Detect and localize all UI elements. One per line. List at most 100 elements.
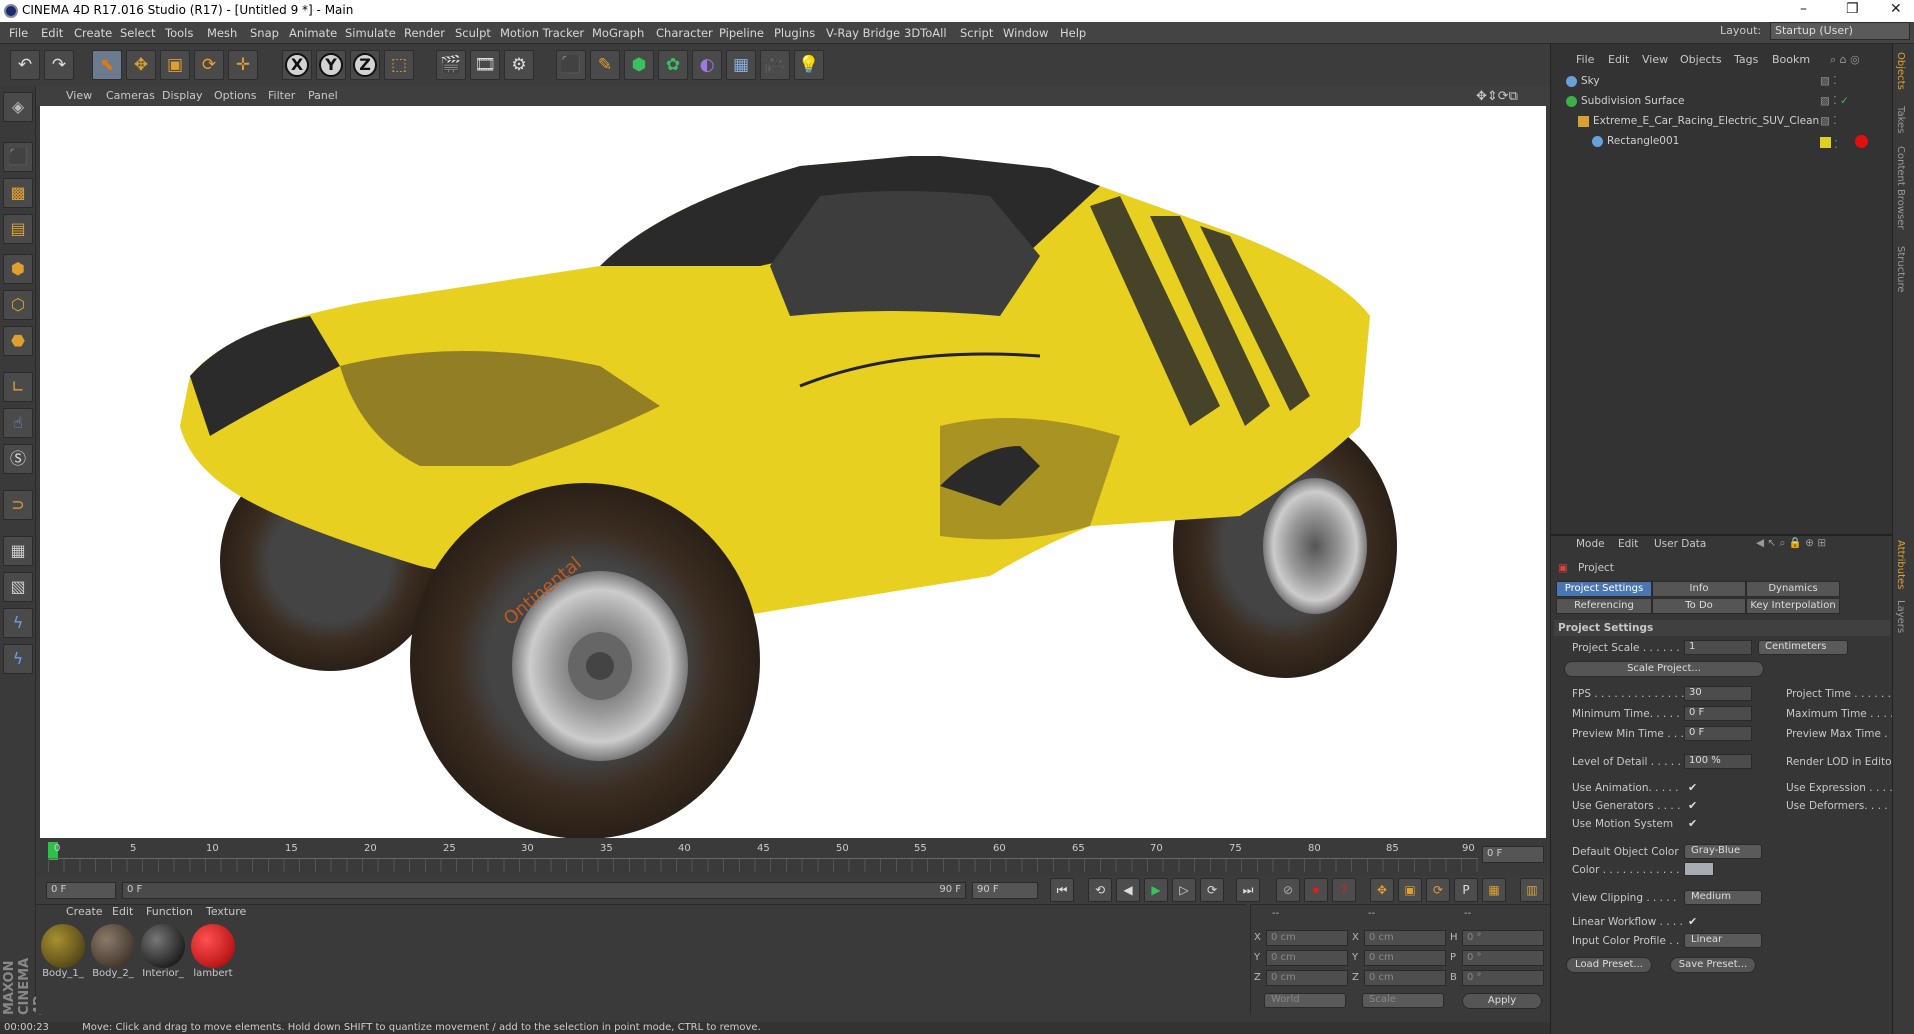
menu-create[interactable]: Create: [74, 26, 112, 40]
object-menu-tags[interactable]: Tags: [1734, 53, 1758, 66]
side-tab-objects[interactable]: Objects: [1895, 52, 1906, 90]
tab-key-interpolation[interactable]: Key Interpolation: [1746, 598, 1840, 614]
y-axis-button[interactable]: Y: [316, 50, 346, 80]
object-visibility-icon[interactable]: ▨ ⁚: [1820, 75, 1837, 87]
object-visibility-icon[interactable]: ▨ ⁚ ✓: [1820, 95, 1849, 107]
object-menu-view[interactable]: View: [1642, 53, 1668, 66]
move-tool-button[interactable]: ✥: [126, 50, 156, 80]
menu-animate[interactable]: Animate: [289, 26, 337, 40]
object-tags[interactable]: ⁚: [1820, 135, 1869, 151]
side-tab-content-browser[interactable]: Content Browser: [1895, 146, 1906, 229]
menu-simulate[interactable]: Simulate: [345, 26, 396, 40]
redo-button[interactable]: ↷: [44, 50, 74, 80]
menu-script[interactable]: Script: [960, 26, 993, 40]
side-tab-attributes[interactable]: Attributes: [1895, 540, 1906, 589]
object-row-subdivision[interactable]: Subdivision Surface ▨ ⁚ ✓: [1552, 95, 1870, 113]
use-animation-checkbox[interactable]: ✔: [1688, 782, 1700, 794]
restore-button[interactable]: ❐: [1846, 1, 1859, 17]
attr-menu-user-data[interactable]: User Data: [1654, 538, 1706, 550]
goto-start-button[interactable]: ⏮: [1050, 878, 1074, 902]
viewport-nav-icons[interactable]: ✥⇕⟳⧉: [1476, 89, 1518, 104]
view-clipping-dropdown[interactable]: Medium: [1684, 890, 1762, 905]
tab-info[interactable]: Info: [1652, 581, 1746, 597]
transform-tool-button[interactable]: ✛: [228, 50, 258, 80]
floor-object-button[interactable]: ▦: [726, 50, 756, 80]
next-frame-button[interactable]: ▷: [1172, 878, 1196, 902]
rotation-b-field[interactable]: 0 °: [1462, 970, 1544, 986]
side-tab-takes[interactable]: Takes: [1895, 106, 1906, 133]
prev-frame-button[interactable]: ◀: [1116, 878, 1140, 902]
x-axis-button[interactable]: X: [282, 50, 312, 80]
object-menu-file[interactable]: File: [1576, 53, 1594, 66]
viewport-menu-filter[interactable]: Filter: [268, 89, 295, 102]
python-script-icon[interactable]: ϟ: [3, 644, 33, 674]
default-color-dropdown[interactable]: Gray-Blue: [1684, 844, 1762, 859]
coord-mode-dropdown[interactable]: Scale: [1362, 993, 1444, 1008]
side-tab-layers[interactable]: Layers: [1895, 600, 1906, 633]
attr-menu-edit[interactable]: Edit: [1618, 538, 1638, 550]
apply-button[interactable]: Apply: [1462, 993, 1542, 1009]
coord-space-dropdown[interactable]: World: [1264, 993, 1346, 1008]
object-row-sky[interactable]: Sky ▨ ⁚: [1552, 75, 1870, 93]
menu-vray-bridge[interactable]: V-Ray Bridge: [826, 26, 900, 40]
tweak-mode-icon[interactable]: ☝: [3, 408, 33, 438]
material-menu-texture[interactable]: Texture: [206, 905, 246, 918]
light-object-button[interactable]: 💡: [794, 50, 824, 80]
min-time-field[interactable]: 0 F: [1684, 706, 1752, 721]
lod-field[interactable]: 100 %: [1684, 754, 1752, 769]
menu-mesh[interactable]: Mesh: [207, 26, 237, 40]
menu-tools[interactable]: Tools: [165, 26, 193, 40]
make-editable-icon[interactable]: ◈: [3, 92, 33, 122]
position-y-field[interactable]: 0 cm: [1266, 950, 1348, 966]
object-visibility-icon[interactable]: ▨ ⁚: [1820, 115, 1837, 127]
object-row-car[interactable]: Extreme_E_Car_Racing_Electric_SUV_Clean …: [1552, 115, 1870, 133]
points-mode-icon[interactable]: ⬢: [3, 254, 33, 284]
object-menu-objects[interactable]: Objects: [1680, 53, 1722, 66]
cube-object-button[interactable]: ⬛: [556, 50, 586, 80]
play-button[interactable]: ▶: [1144, 878, 1168, 902]
subdivision-surface-button[interactable]: ⬢: [624, 50, 654, 80]
close-button[interactable]: ✕: [1890, 1, 1902, 17]
project-scale-field[interactable]: 1: [1684, 640, 1752, 655]
position-z-field[interactable]: 0 cm: [1266, 970, 1348, 986]
pen-spline-button[interactable]: ✎: [590, 50, 620, 80]
menu-select[interactable]: Select: [120, 26, 155, 40]
side-tab-structure[interactable]: Structure: [1895, 246, 1906, 293]
material-menu-function[interactable]: Function: [146, 905, 193, 918]
size-y-field[interactable]: 0 cm: [1364, 950, 1446, 966]
array-object-button[interactable]: ✿: [658, 50, 688, 80]
project-scale-unit-dropdown[interactable]: Centimeters: [1758, 640, 1848, 655]
key-position-icon[interactable]: ✥: [1370, 878, 1394, 902]
attr-nav-icons[interactable]: ◀ ↖ ⌕ 🔒 ⊕ ⊞: [1756, 536, 1826, 550]
current-frame-field[interactable]: 0 F: [1482, 846, 1544, 863]
menu-edit[interactable]: Edit: [41, 26, 63, 40]
preview-min-field[interactable]: 0 F: [1684, 726, 1752, 741]
prev-key-button[interactable]: ⟲: [1088, 878, 1112, 902]
axis-mode-icon[interactable]: ∟: [3, 372, 33, 402]
material-swatch[interactable]: lambert: [190, 924, 236, 982]
load-preset-button[interactable]: Load Preset...: [1566, 957, 1652, 973]
menu-snap[interactable]: Snap: [250, 26, 279, 40]
use-motion-checkbox[interactable]: ✔: [1688, 818, 1700, 830]
linear-workflow-checkbox[interactable]: ✔: [1688, 916, 1700, 928]
edges-mode-icon[interactable]: ⬡: [3, 290, 33, 320]
object-menu-edit[interactable]: Edit: [1608, 53, 1629, 66]
scale-project-button[interactable]: Scale Project...: [1564, 661, 1764, 677]
viewport-menu-cameras[interactable]: Cameras: [106, 89, 155, 102]
material-swatch[interactable]: Interior_: [140, 924, 186, 982]
menu-help[interactable]: Help: [1060, 26, 1086, 40]
input-color-profile-dropdown[interactable]: Linear: [1684, 933, 1762, 948]
key-pla-icon[interactable]: ▦: [1482, 878, 1506, 902]
locked-workplane-icon[interactable]: ▧: [3, 572, 33, 602]
model-mode-icon[interactable]: ⬛: [3, 142, 33, 172]
menu-render[interactable]: Render: [404, 26, 445, 40]
viewport-menu-panel[interactable]: Panel: [308, 89, 338, 102]
size-z-field[interactable]: 0 cm: [1364, 970, 1446, 986]
scale-tool-button[interactable]: ▣: [160, 50, 190, 80]
rotate-tool-button[interactable]: ⟳: [194, 50, 224, 80]
material-swatch[interactable]: Body_2_: [90, 924, 136, 982]
tab-to-do[interactable]: To Do: [1652, 598, 1746, 614]
fps-field[interactable]: 30: [1684, 686, 1752, 701]
attr-menu-mode[interactable]: Mode: [1576, 538, 1605, 550]
key-scale-icon[interactable]: ▣: [1398, 878, 1422, 902]
